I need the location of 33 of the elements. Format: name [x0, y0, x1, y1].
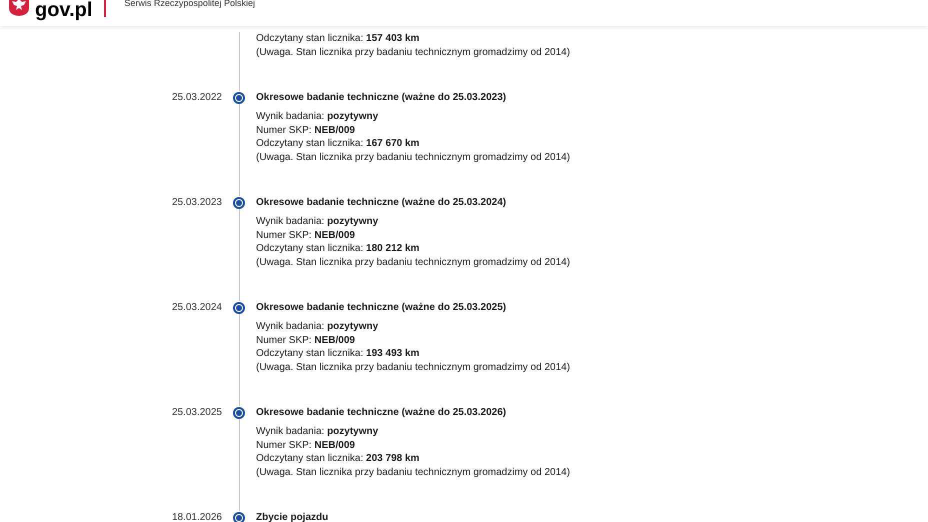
event-detail: Odczytany stan licznika: 203 798 km — [256, 452, 420, 466]
event-date: 18.01.2026 — [172, 512, 222, 522]
event-note: (Uwaga. Stan licznika przy badaniu technicznym gromadzimy od 2014) — [256, 466, 570, 479]
event-detail: Wynik badania: pozytywny — [256, 110, 380, 124]
timeline-dot-icon — [233, 197, 245, 209]
event-detail: Odczytany stan licznika: 180 212 km — [256, 242, 420, 256]
event-note: (Uwaga. Stan licznika przy badaniu technicznym gromadzimy od 2014) — [256, 150, 570, 164]
event-date: 25.03.2023 — [172, 197, 222, 208]
event-title: Okresowe badanie techniczne (ważne do 25.03.2024) — [256, 196, 508, 210]
event-detail: Odczytany stan licznika: 157 403 km — [256, 32, 420, 46]
event-detail: Numer SKP: NEB/009 — [256, 228, 356, 242]
event-title: Zbycie pojazdu — [256, 511, 328, 522]
event-detail: Wynik badania: pozytywny — [256, 425, 380, 438]
event-note: (Uwaga. Stan licznika przy badaniu technicznym gromadzimy od 2014) — [256, 256, 570, 269]
event-title: Okresowe badanie techniczne (ważne do 25.03.2023) — [256, 91, 508, 105]
timeline-dot-icon — [233, 407, 245, 419]
event-date: 25.03.2024 — [172, 302, 222, 313]
event-detail: Numer SKP: NEB/009 — [256, 124, 356, 137]
event-note: (Uwaga. Stan licznika przy badaniu technicznym gromadzimy od 2014) — [256, 360, 570, 374]
event-note: (Uwaga. Stan licznika przy badaniu technicznym gromadzimy od 2014) — [256, 46, 570, 59]
event-title: Okresowe badanie techniczne (ważne do 25.03.2026) — [256, 406, 508, 420]
event-date: 25.03.2025 — [172, 407, 222, 418]
event-detail: Numer SKP: NEB/009 — [256, 438, 356, 452]
gov-logo-link[interactable]: gov.pl — [35, 0, 92, 21]
event-detail: Wynik badania: pozytywny — [256, 215, 380, 228]
event-detail: Odczytany stan licznika: 193 493 km — [256, 347, 420, 360]
event-title: Okresowe badanie techniczne (ważne do 25.03.2025) — [256, 301, 508, 315]
event-detail: Numer SKP: NEB/009 — [256, 334, 356, 347]
event-detail: Wynik badania: pozytywny — [256, 320, 380, 334]
event-detail: Odczytany stan licznika: 167 670 km — [256, 137, 420, 150]
event-date: 25.03.2022 — [172, 92, 222, 103]
timeline-dot-icon — [233, 302, 245, 314]
timeline-dot-icon — [233, 92, 245, 104]
